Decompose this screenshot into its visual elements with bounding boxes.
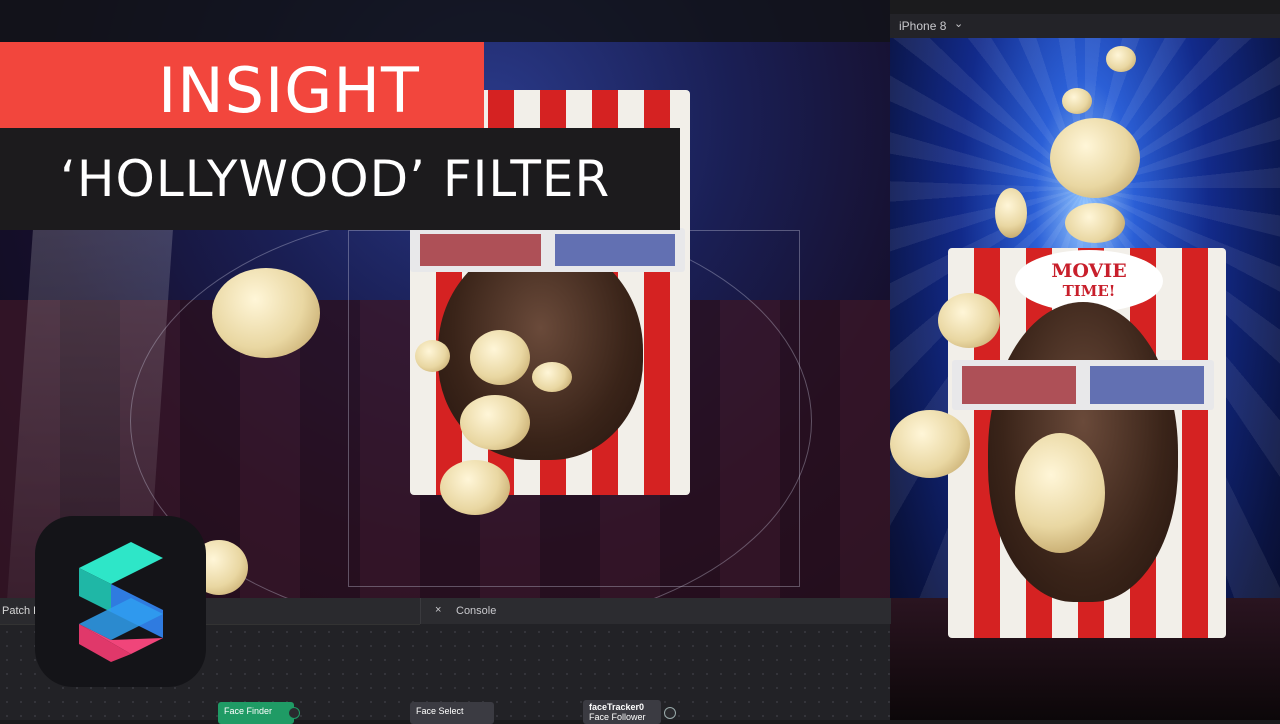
face-finder-output-port[interactable] xyxy=(288,707,300,719)
popcorn-kernel xyxy=(440,460,510,515)
phone-popcorn-kernel xyxy=(890,410,970,478)
face-finder-label: Face Finder xyxy=(224,706,273,716)
title-banner-red: INSIGHT xyxy=(0,42,484,128)
face-finder-node[interactable]: Face Finder xyxy=(218,702,294,724)
phone-screen: MOVIE TIME! xyxy=(890,38,1280,720)
face-select-node[interactable]: Face Select xyxy=(410,702,494,724)
sign-line-2: TIME! xyxy=(1062,282,1116,300)
spark-ar-logo xyxy=(35,516,206,687)
face-tracker-node[interactable]: faceTracker0 Face Follower xyxy=(583,700,661,724)
title-banner-black: ‘HOLLYWOOD’ FILTER xyxy=(0,128,680,230)
face-tracker-port[interactable] xyxy=(664,707,676,719)
face-tracker-subtitle: Face Follower xyxy=(589,712,646,722)
phone-blue-lens xyxy=(1090,366,1204,404)
phone-red-lens xyxy=(962,366,1076,404)
sign-line-1: MOVIE xyxy=(1051,260,1127,282)
phone-popcorn-kernel xyxy=(938,293,1000,348)
device-preview: iPhone 8 ⌄ MOVIE TIME! xyxy=(890,14,1280,720)
blue-lens xyxy=(554,234,675,266)
viewport-top-strip xyxy=(0,0,890,42)
phone-popcorn-kernel xyxy=(1106,46,1136,72)
popcorn-kernel xyxy=(415,340,450,372)
phone-3d-glasses xyxy=(952,360,1214,410)
phone-popcorn-kernel xyxy=(995,188,1027,238)
phone-popcorn-kernel xyxy=(1050,118,1140,198)
phone-popcorn-kernel xyxy=(1065,203,1125,243)
console-label: Console xyxy=(456,605,497,617)
device-selector[interactable]: iPhone 8 xyxy=(899,19,946,33)
title-line-2: ‘HOLLYWOOD’ FILTER xyxy=(60,150,611,208)
popcorn-kernel xyxy=(532,362,572,392)
title-line-1: INSIGHT xyxy=(158,54,420,127)
red-lens xyxy=(420,234,541,266)
popcorn-kernel xyxy=(460,395,530,450)
phone-popcorn-kernel xyxy=(1015,433,1105,553)
3d-glasses xyxy=(410,228,685,272)
close-icon[interactable]: × xyxy=(435,604,441,616)
spark-ar-logo-icon xyxy=(79,542,163,662)
phone-popcorn-kernel xyxy=(1062,88,1092,114)
popcorn-kernel xyxy=(470,330,530,385)
face-select-label: Face Select xyxy=(416,706,464,716)
popcorn-kernel xyxy=(212,268,320,358)
console-tab[interactable]: × Console xyxy=(420,598,891,624)
face-tracker-title: faceTracker0 xyxy=(589,702,645,712)
preview-toolbar: iPhone 8 ⌄ xyxy=(890,14,1280,38)
chevron-down-icon[interactable]: ⌄ xyxy=(954,17,963,30)
